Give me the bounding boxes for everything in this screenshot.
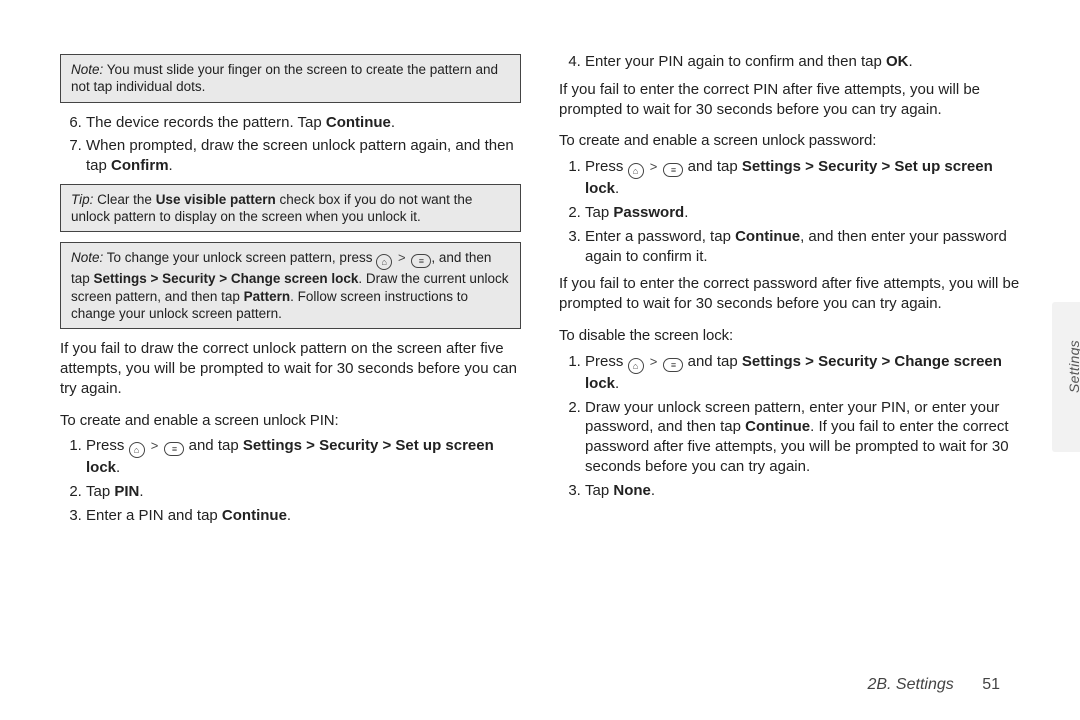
page-footer: 2B. Settings 51: [867, 676, 1000, 694]
menu-icon: ≡: [663, 163, 683, 177]
left-column: Note: You must slide your finger on the …: [60, 48, 521, 590]
list-item: The device records the pattern. Tap Cont…: [86, 113, 521, 133]
disable-steps-list: Press ⌂ > ≡ and tap Settings > Security …: [563, 352, 1020, 501]
home-icon: ⌂: [129, 442, 145, 458]
subhead-password: To create and enable a screen unlock pas…: [559, 131, 1020, 151]
pin-steps-continued: Enter your PIN again to confirm and then…: [563, 52, 1020, 72]
home-icon: ⌂: [376, 254, 392, 270]
subhead-pin: To create and enable a screen unlock PIN…: [60, 411, 521, 431]
list-item: Press ⌂ > ≡ and tap Settings > Security …: [86, 436, 521, 478]
tip-box: Tip: Clear the Use visible pattern check…: [60, 184, 521, 233]
list-item: Tap PIN.: [86, 482, 521, 502]
thumb-tab-label: Settings: [1066, 340, 1080, 393]
page-number: 51: [982, 676, 1000, 693]
list-item: Tap Password.: [585, 203, 1020, 223]
paragraph-fail-pin: If you fail to enter the correct PIN aft…: [559, 80, 1020, 120]
list-item: Tap None.: [585, 481, 1020, 501]
note-box-2: Note: To change your unlock screen patte…: [60, 242, 521, 329]
home-icon: ⌂: [628, 358, 644, 374]
menu-icon: ≡: [663, 358, 683, 372]
list-item: Enter a password, tap Continue, and then…: [585, 227, 1020, 267]
list-item: Enter your PIN again to confirm and then…: [585, 52, 1020, 72]
section-title: 2B. Settings: [867, 676, 953, 693]
manual-page: Note: You must slide your finger on the …: [0, 0, 1080, 610]
paragraph-fail-pattern: If you fail to draw the correct unlock p…: [60, 339, 521, 398]
list-item: Draw your unlock screen pattern, enter y…: [585, 398, 1020, 477]
list-item: Press ⌂ > ≡ and tap Settings > Security …: [585, 157, 1020, 199]
callout-label: Note:: [71, 250, 103, 265]
chevron-right-icon: >: [650, 353, 658, 370]
list-item: When prompted, draw the screen unlock pa…: [86, 136, 521, 176]
chevron-right-icon: >: [398, 250, 406, 267]
right-column: Enter your PIN again to confirm and then…: [559, 48, 1020, 590]
pattern-continue-list: The device records the pattern. Tap Cont…: [64, 113, 521, 176]
chevron-right-icon: >: [151, 437, 159, 454]
note-box-1: Note: You must slide your finger on the …: [60, 54, 521, 103]
list-item: Enter a PIN and tap Continue.: [86, 506, 521, 526]
pin-steps-list: Press ⌂ > ≡ and tap Settings > Security …: [64, 436, 521, 525]
password-steps-list: Press ⌂ > ≡ and tap Settings > Security …: [563, 157, 1020, 266]
callout-label: Note:: [71, 62, 103, 77]
subhead-disable: To disable the screen lock:: [559, 326, 1020, 346]
paragraph-fail-password: If you fail to enter the correct passwor…: [559, 274, 1020, 314]
callout-body: You must slide your finger on the screen…: [71, 62, 498, 94]
menu-icon: ≡: [411, 254, 431, 268]
chevron-right-icon: >: [650, 158, 658, 175]
menu-icon: ≡: [164, 442, 184, 456]
home-icon: ⌂: [628, 163, 644, 179]
callout-label: Tip:: [71, 192, 93, 207]
list-item: Press ⌂ > ≡ and tap Settings > Security …: [585, 352, 1020, 394]
